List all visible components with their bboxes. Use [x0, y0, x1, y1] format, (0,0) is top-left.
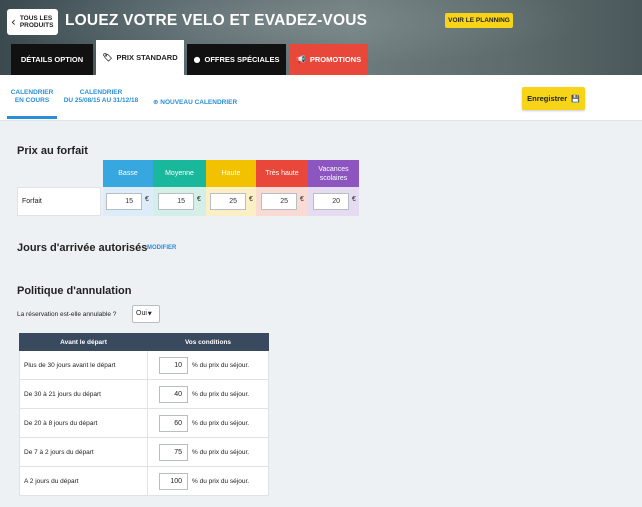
col-header-depart: Avant le départ — [19, 333, 148, 351]
percent-suffix: % du prix du séjour. — [192, 390, 250, 398]
table-row: De 30 à 21 jours du départ 40 % du prix d… — [19, 379, 269, 409]
row-label: De 20 à 8 jours du départ — [19, 408, 148, 438]
row-label: Plus de 30 jours avant le départ — [19, 350, 148, 380]
circle-icon: ● — [193, 55, 201, 64]
percent-input[interactable]: 60 — [159, 414, 188, 432]
percent-suffix: % du prix du séjour. — [192, 477, 250, 485]
price-cell-haute: 25 € — [206, 187, 256, 216]
jours-section-title: Jours d'arrivée autorisés — [17, 242, 148, 254]
price-input-tres-haute[interactable]: 25 — [261, 193, 297, 210]
view-planning-button[interactable]: VOIR LE PLANNING — [445, 13, 513, 28]
tab-label: DÉTAILS OPTION — [20, 55, 84, 64]
tab-offres-speciales[interactable]: ● OFFRES SPÉCIALES — [187, 44, 286, 75]
season-header-basse: Basse — [103, 160, 153, 187]
percent-suffix: % du prix du séjour. — [192, 419, 250, 427]
season-header-moyenne: Moyenne — [153, 160, 206, 187]
annulable-select[interactable]: Oui▼ — [132, 305, 160, 323]
new-calendar-link[interactable]: ⊕ NOUVEAU CALENDRIER — [153, 98, 237, 107]
season-header-vacances-scolaires: Vacances scolaires — [308, 160, 359, 187]
season-header-tres-haute: Très haute — [256, 160, 308, 187]
currency-label: € — [249, 196, 253, 203]
modifier-link[interactable]: MODIFIER — [147, 245, 176, 251]
col-header-conditions: Vos conditions — [147, 333, 269, 351]
annulable-question: La réservation est-elle annulable ? — [17, 311, 117, 318]
price-cell-basse: 15 € — [103, 187, 153, 216]
table-row: De 20 à 8 jours du départ 60 % du prix du… — [19, 408, 269, 438]
season-header-haute: Haute — [206, 160, 256, 187]
back-to-products-button[interactable]: ‹ TOUS LES PRODUITS — [7, 9, 58, 35]
active-tab-underline — [7, 116, 57, 119]
price-input-basse[interactable]: 15 — [106, 193, 142, 210]
calendar-current-tab[interactable]: CALENDRIER EN COURS — [9, 89, 55, 105]
currency-label: € — [145, 196, 149, 203]
percent-input[interactable]: 10 — [159, 356, 188, 374]
forfait-row-label: Forfait — [17, 187, 101, 216]
currency-label: € — [300, 196, 304, 203]
floppy-disk-icon: 💾 — [571, 94, 580, 103]
tab-prix-standard[interactable]: 🏷 PRIX STANDARD — [96, 40, 184, 75]
tab-promotions[interactable]: 📢 PROMOTIONS — [289, 44, 368, 75]
percent-input[interactable]: 40 — [159, 385, 188, 403]
price-cell-vacances-scolaires: 20 € — [308, 187, 359, 216]
row-label: De 30 à 21 jours du départ — [19, 379, 148, 409]
tab-label: PRIX STANDARD — [116, 53, 178, 62]
cancellation-table: Avant le départ Vos conditions Plus de 3… — [19, 333, 269, 496]
price-input-haute[interactable]: 25 — [210, 193, 246, 210]
table-row: De 7 à 2 jours du départ 75 % du prix du … — [19, 437, 269, 467]
tab-details-option[interactable]: DÉTAILS OPTION — [11, 44, 93, 75]
politique-section-title: Politique d'annulation — [17, 285, 132, 297]
percent-suffix: % du prix du séjour. — [192, 361, 250, 369]
price-input-moyenne[interactable]: 15 — [158, 193, 194, 210]
price-cell-moyenne: 15 € — [153, 187, 206, 216]
currency-label: € — [197, 196, 201, 203]
table-row: A 2 jours du départ 100 % du prix du séjo… — [19, 466, 269, 496]
percent-suffix: % du prix du séjour. — [192, 448, 250, 456]
chevron-left-icon: ‹ — [11, 15, 16, 29]
caret-down-icon: ▼ — [147, 311, 152, 317]
save-button[interactable]: Enregistrer 💾 — [522, 87, 585, 110]
megaphone-icon: 📢 — [295, 55, 306, 64]
currency-label: € — [352, 196, 356, 203]
percent-input[interactable]: 100 — [159, 472, 188, 490]
prix-section-title: Prix au forfait — [17, 145, 88, 157]
calendar-range-tab[interactable]: CALENDRIER DU 25/08/15 AU 31/12/18 — [62, 89, 140, 105]
tab-label: PROMOTIONS — [309, 55, 362, 64]
back-label: TOUS LES PRODUITS — [19, 15, 54, 29]
tab-label: OFFRES SPÉCIALES — [204, 55, 280, 64]
row-label: De 7 à 2 jours du départ — [19, 437, 148, 467]
row-label: A 2 jours du départ — [19, 466, 148, 496]
table-row: Plus de 30 jours avant le départ 10 % du … — [19, 350, 269, 380]
page-title: LOUEZ VOTRE VELO ET EVADEZ-VOUS — [65, 12, 368, 29]
tag-icon: 🏷 — [102, 53, 113, 62]
percent-input[interactable]: 75 — [159, 443, 188, 461]
price-cell-tres-haute: 25 € — [256, 187, 308, 216]
calendar-subnav: CALENDRIER EN COURS CALENDRIER DU 25/08/15… — [0, 75, 642, 121]
plus-circle-icon: ⊕ — [153, 98, 159, 106]
price-input-vacances-scolaires[interactable]: 20 — [313, 193, 349, 210]
